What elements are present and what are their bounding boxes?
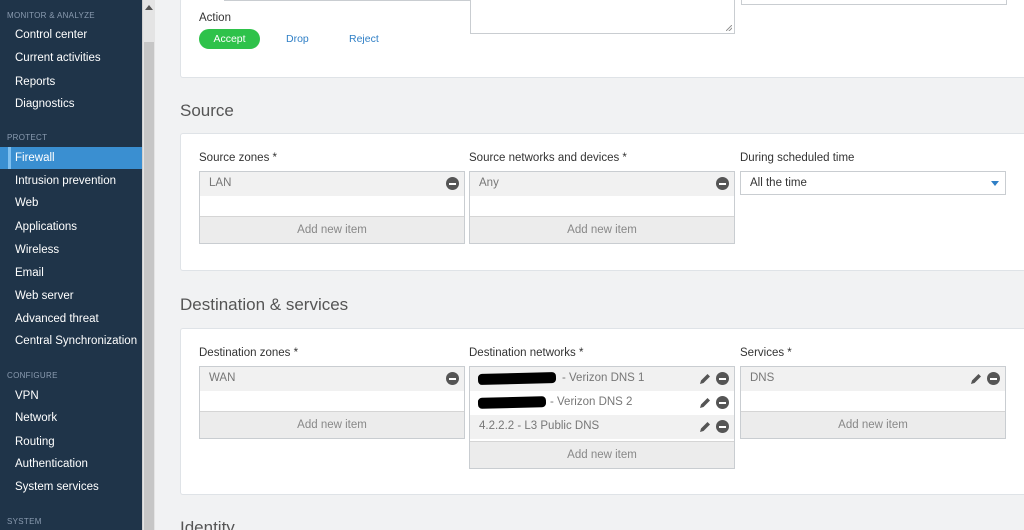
source-panel: Source zones * LAN Add new item Source n…: [180, 133, 1024, 271]
list-item: - Verizon DNS 2: [470, 391, 734, 415]
main-content: Action Accept Drop Reject Source Source …: [155, 0, 1024, 530]
chevron-down-icon: [991, 181, 999, 186]
destination-networks-label: Destination networks *: [469, 347, 584, 359]
service-value: DNS: [750, 372, 775, 384]
sidebar-item-reports[interactable]: Reports: [0, 71, 142, 93]
pencil-icon[interactable]: [698, 396, 712, 410]
destination-zones-add-button[interactable]: Add new item: [200, 411, 464, 438]
destination-networks-add-button[interactable]: Add new item: [470, 441, 734, 468]
sidebar-item-web-server[interactable]: Web server: [0, 285, 142, 307]
destination-panel: Destination zones * WAN Add new item Des…: [180, 328, 1024, 495]
list-item: Any: [470, 172, 734, 196]
list-item: LAN: [200, 172, 464, 196]
pencil-icon[interactable]: [969, 372, 983, 386]
destination-networks-list: - Verizon DNS 1 - Verizon DNS 2 4.2.2.2 …: [469, 366, 735, 469]
destination-zones-label: Destination zones *: [199, 347, 299, 359]
redaction-mark: [477, 396, 547, 409]
destination-zones-list: WAN Add new item: [199, 366, 465, 439]
source-zones-list: LAN Add new item: [199, 171, 465, 244]
sidebar-item-web[interactable]: Web: [0, 192, 142, 214]
pencil-icon[interactable]: [698, 420, 712, 434]
destination-network-2: - Verizon DNS 2: [550, 396, 633, 408]
destination-network-1: - Verizon DNS 1: [562, 372, 645, 384]
schedule-select-value: All the time: [750, 177, 807, 189]
sidebar-item-control-center[interactable]: Control center: [0, 24, 142, 46]
remove-icon[interactable]: [716, 372, 729, 385]
source-zone-value: LAN: [209, 177, 232, 189]
pencil-icon[interactable]: [698, 372, 712, 386]
scroll-up-arrow-icon[interactable]: [143, 0, 155, 14]
sidebar-item-central-synchronization[interactable]: Central Synchronization: [0, 330, 142, 352]
sidebar-scrollbar[interactable]: [142, 0, 155, 530]
remove-icon[interactable]: [716, 177, 729, 190]
top-left-field-edge: [224, 0, 490, 1]
sidebar-section-monitor: MONITOR & ANALYZE: [7, 11, 95, 20]
source-networks-list: Any Add new item: [469, 171, 735, 244]
sidebar-item-intrusion-prevention[interactable]: Intrusion prevention: [0, 170, 142, 192]
sidebar-item-routing[interactable]: Routing: [0, 431, 142, 453]
services-label: Services *: [740, 347, 792, 359]
scrollbar-thumb[interactable]: [144, 42, 154, 530]
sidebar-item-email[interactable]: Email: [0, 262, 142, 284]
sidebar-section-system: SYSTEM: [7, 517, 42, 526]
list-item: - Verizon DNS 1: [470, 367, 734, 391]
sidebar-item-vpn[interactable]: VPN: [0, 385, 142, 407]
sidebar-item-current-activities[interactable]: Current activities: [0, 47, 142, 69]
sidebar-item-firewall[interactable]: Firewall: [0, 147, 142, 169]
source-zones-add-button[interactable]: Add new item: [200, 216, 464, 243]
list-item: WAN: [200, 367, 464, 391]
action-label: Action: [199, 12, 231, 24]
sidebar-item-diagnostics[interactable]: Diagnostics: [0, 93, 142, 115]
sidebar-nav: MONITOR & ANALYZE Control center Current…: [0, 0, 142, 530]
list-item: DNS: [741, 367, 1005, 391]
drop-button[interactable]: Drop: [286, 29, 309, 49]
remove-icon[interactable]: [446, 177, 459, 190]
remove-icon[interactable]: [987, 372, 1000, 385]
services-list: DNS Add new item: [740, 366, 1006, 439]
accept-button[interactable]: Accept: [199, 29, 260, 49]
top-right-field-edge: [741, 0, 1007, 5]
sidebar-section-protect: PROTECT: [7, 133, 48, 142]
remove-icon[interactable]: [716, 420, 729, 433]
source-section-title: Source: [180, 101, 234, 120]
destination-zone-value: WAN: [209, 372, 236, 384]
action-panel: Action Accept Drop Reject: [180, 0, 1024, 78]
sidebar-item-system-services[interactable]: System services: [0, 476, 142, 498]
sidebar-section-configure: CONFIGURE: [7, 371, 58, 380]
source-networks-label: Source networks and devices *: [469, 152, 627, 164]
sidebar-item-applications[interactable]: Applications: [0, 216, 142, 238]
list-item: 4.2.2.2 - L3 Public DNS: [470, 415, 734, 439]
reject-button[interactable]: Reject: [349, 29, 379, 49]
source-zones-label: Source zones *: [199, 152, 277, 164]
sidebar-item-network[interactable]: Network: [0, 407, 142, 429]
remove-icon[interactable]: [446, 372, 459, 385]
services-add-button[interactable]: Add new item: [741, 411, 1005, 438]
schedule-label: During scheduled time: [740, 152, 855, 164]
remove-icon[interactable]: [716, 396, 729, 409]
redaction-mark: [477, 371, 557, 386]
schedule-select[interactable]: All the time: [740, 171, 1006, 195]
source-networks-add-button[interactable]: Add new item: [470, 216, 734, 243]
sidebar-item-authentication[interactable]: Authentication: [0, 453, 142, 475]
destination-section-title: Destination & services: [180, 295, 349, 314]
resize-grip-icon[interactable]: [726, 25, 732, 31]
description-textarea[interactable]: [470, 0, 735, 34]
sidebar-item-wireless[interactable]: Wireless: [0, 239, 142, 261]
destination-network-3: 4.2.2.2 - L3 Public DNS: [479, 420, 600, 432]
identity-section-title: Identity: [180, 518, 235, 530]
sidebar-item-advanced-threat[interactable]: Advanced threat: [0, 308, 142, 330]
source-network-value: Any: [479, 177, 499, 189]
